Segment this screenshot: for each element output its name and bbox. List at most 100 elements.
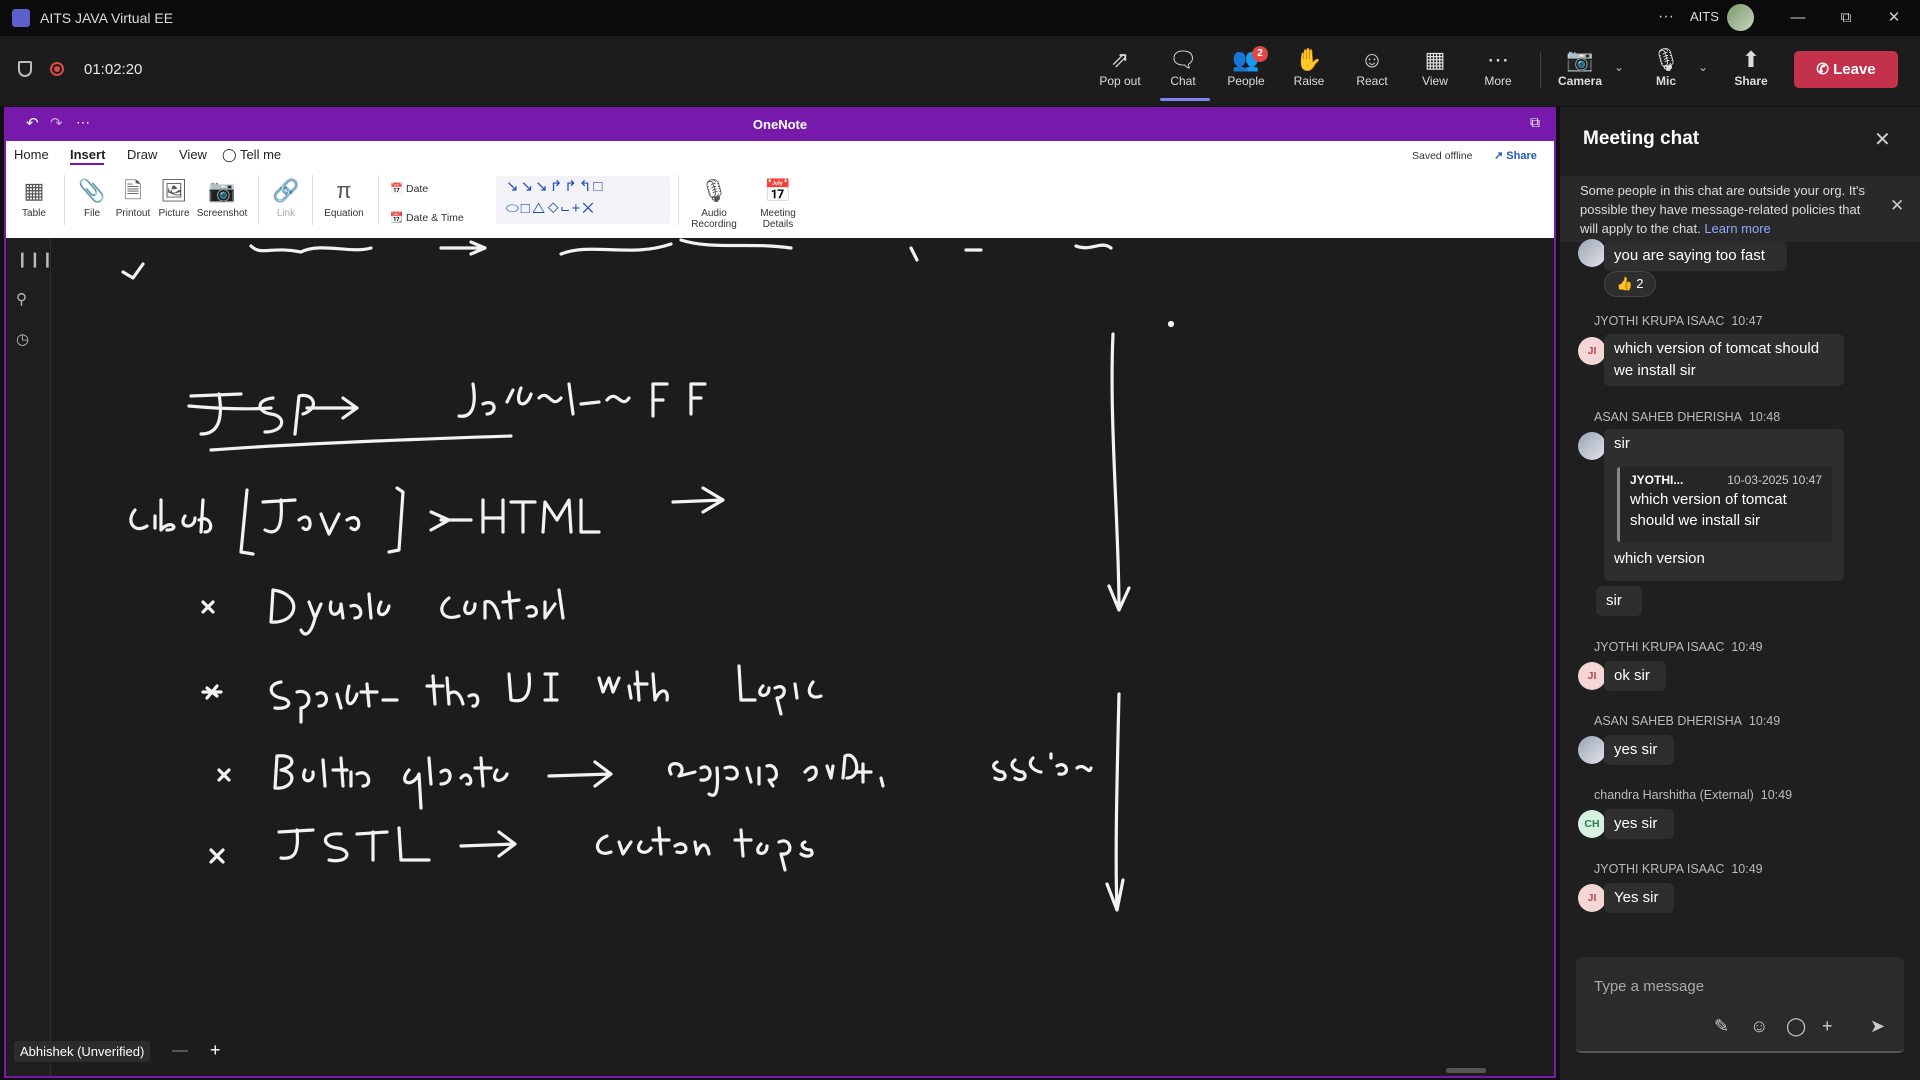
- minimize-icon[interactable]: —: [1778, 6, 1818, 30]
- pi-icon: π: [336, 178, 352, 203]
- share-button[interactable]: ⬆ Share: [1721, 46, 1781, 98]
- ribbon-separator: [258, 175, 259, 225]
- message-input[interactable]: [1592, 973, 1876, 999]
- insert-table-button[interactable]: ▦ Table: [12, 174, 56, 219]
- onenote-canvas[interactable]: [51, 238, 1552, 1076]
- audio-label: Audio Recording: [686, 208, 742, 230]
- close-notice-icon[interactable]: ✕: [1890, 196, 1904, 216]
- avatar: JI: [1578, 884, 1606, 912]
- active-tab-indicator: [70, 163, 104, 165]
- insert-link-button[interactable]: 🔗 Link: [266, 174, 306, 219]
- reaction-badge[interactable]: 👍 2: [1604, 271, 1656, 297]
- undo-icon[interactable]: ↶: [26, 114, 39, 132]
- notebooks-icon[interactable]: ❙❙❙: [16, 250, 54, 268]
- emoji-icon[interactable]: ☺: [1750, 1016, 1768, 1037]
- insert-equation-button[interactable]: π Equation: [318, 174, 370, 219]
- more-button[interactable]: ⋯ More: [1468, 46, 1528, 98]
- close-window-icon[interactable]: ✕: [1874, 6, 1914, 30]
- tab-view[interactable]: View: [179, 147, 207, 162]
- title-bar: [0, 0, 1920, 36]
- avatar: JI: [1578, 662, 1606, 690]
- tab-home[interactable]: Home: [14, 147, 49, 162]
- pop-out-button[interactable]: ⇗ Pop out: [1090, 46, 1150, 98]
- shapes-gallery[interactable]: ↘↘↘↱↱↰□ ⬭□△◇⌙+✕: [496, 176, 670, 224]
- onenote-more-icon[interactable]: ⋯: [76, 114, 90, 131]
- tab-insert[interactable]: Insert: [70, 147, 105, 162]
- search-icon[interactable]: ⚲: [16, 290, 27, 308]
- ink-stroke: [1107, 332, 1131, 612]
- message-header: chandra Harshitha (External) 10:49: [1594, 788, 1792, 802]
- chat-active-indicator: [1160, 98, 1210, 101]
- insert-screenshot-button[interactable]: 📷 Screenshot: [194, 174, 250, 219]
- ink-stroke: [671, 486, 725, 514]
- ink-stroke: [547, 760, 613, 788]
- ink-stroke: [277, 826, 431, 863]
- ink-stroke: [992, 752, 1093, 782]
- user-avatar[interactable]: [1727, 4, 1754, 31]
- meeting-details-button[interactable]: 📅 Meeting Details: [750, 174, 806, 230]
- ink-stroke: [481, 498, 601, 534]
- insert-date-time-button[interactable]: 📆 Date & Time: [390, 211, 464, 224]
- loop-component-icon[interactable]: ◯: [1786, 1016, 1806, 1037]
- chat-message: sir: [1596, 586, 1642, 616]
- leave-button[interactable]: ✆ Leave: [1794, 51, 1898, 88]
- sender-name: JYOTHI KRUPA ISAAC: [1594, 314, 1725, 328]
- line-shapes-icon: ↘↘↘↱↱↰□: [506, 178, 605, 195]
- chat-icon: 🗨: [1169, 47, 1197, 72]
- send-icon[interactable]: ➤: [1870, 1016, 1885, 1037]
- learn-more-link[interactable]: Learn more: [1704, 221, 1770, 236]
- ink-stroke: [595, 826, 711, 856]
- share-arrow-icon: ↗: [1494, 150, 1504, 162]
- more-options-icon[interactable]: ···: [1658, 8, 1674, 26]
- ink-stroke: [201, 684, 223, 700]
- camera-options-chevron-icon[interactable]: ⌄: [1614, 60, 1624, 74]
- redo-icon[interactable]: ↷: [50, 114, 63, 132]
- mic-label: Mic: [1655, 74, 1676, 88]
- insert-date-button[interactable]: 📅 Date: [390, 182, 428, 195]
- equation-label: Equation: [324, 208, 364, 219]
- more-icon: ⋯: [1487, 47, 1509, 72]
- react-button[interactable]: ☺ React: [1342, 46, 1402, 98]
- onenote-share-button[interactable]: ↗ Share: [1494, 149, 1537, 162]
- smile-icon: ☺: [1360, 47, 1384, 72]
- horizontal-scrollbar[interactable]: [1446, 1068, 1486, 1073]
- audio-recording-button[interactable]: 🎙 Audio Recording: [686, 174, 742, 230]
- raise-hand-button[interactable]: ✋ Raise: [1279, 46, 1339, 98]
- chat-message: ok sir: [1604, 661, 1666, 691]
- quoted-message[interactable]: JYOTHI... 10-03-2025 10:47 which version …: [1617, 467, 1832, 542]
- mic-options-chevron-icon[interactable]: ⌄: [1698, 60, 1708, 74]
- window-title: AITS JAVA Virtual EE: [40, 10, 174, 26]
- tab-draw[interactable]: Draw: [127, 147, 157, 162]
- ink-stroke: [121, 262, 145, 280]
- recording-icon: [50, 62, 64, 76]
- ink-stroke: [440, 588, 565, 620]
- camera-button[interactable]: 📷 Camera: [1550, 46, 1610, 98]
- ink-stroke: [239, 486, 405, 556]
- sender-name: JYOTHI KRUPA ISAAC: [1594, 640, 1725, 654]
- history-clock-icon[interactable]: ◷: [16, 330, 29, 348]
- mic-button[interactable]: 🎙 Mic: [1636, 46, 1696, 98]
- chat-message: yes sir: [1604, 735, 1674, 765]
- insert-printout-button[interactable]: 🗎 Printout: [112, 174, 154, 219]
- add-icon[interactable]: +: [1822, 1016, 1833, 1037]
- onenote-popout-icon[interactable]: ⧉: [1530, 114, 1540, 131]
- chat-button[interactable]: 🗨 Chat: [1153, 46, 1213, 98]
- restore-icon[interactable]: ⧉: [1826, 6, 1866, 30]
- format-icon[interactable]: ✎: [1714, 1016, 1729, 1037]
- insert-picture-button[interactable]: 🖼 Picture: [154, 174, 194, 219]
- zoom-in-button[interactable]: +: [210, 1040, 221, 1061]
- insert-file-button[interactable]: 📎 File: [74, 174, 110, 219]
- message-header: JYOTHI KRUPA ISAAC 10:47: [1594, 314, 1763, 328]
- view-button[interactable]: ▦ View: [1405, 46, 1465, 98]
- ink-stroke: [803, 753, 885, 788]
- ink-dot: [1167, 320, 1175, 328]
- date-time-label: Date & Time: [406, 212, 464, 224]
- meeting-label-line2: Details: [762, 219, 794, 230]
- ink-stroke: [258, 396, 284, 434]
- more-label: More: [1484, 74, 1512, 88]
- close-chat-icon[interactable]: ✕: [1874, 127, 1891, 152]
- table-icon: ▦: [23, 178, 45, 203]
- clock-calendar-icon: 📆: [390, 212, 404, 224]
- tab-tell-me[interactable]: ◯ Tell me: [222, 147, 281, 163]
- zoom-out-button[interactable]: —: [172, 1042, 188, 1060]
